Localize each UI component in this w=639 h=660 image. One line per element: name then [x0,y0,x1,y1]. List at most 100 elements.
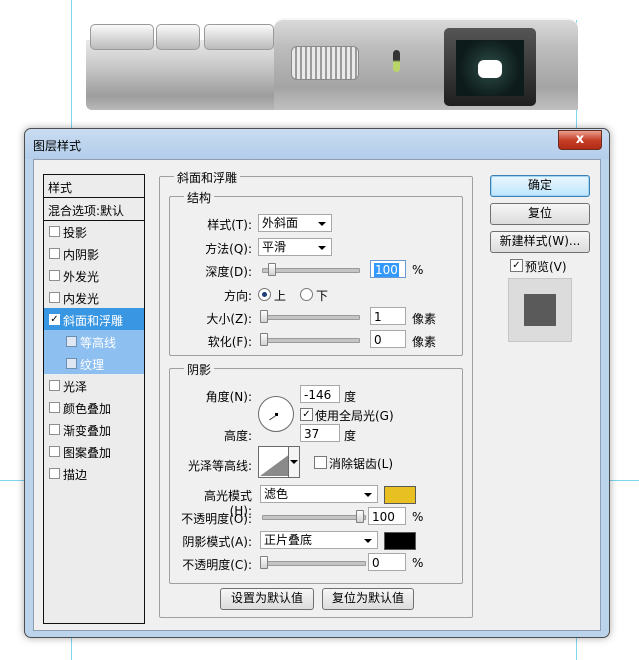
direction-label: 方向: [223,289,252,303]
style-item-stroke[interactable]: 描边 [44,462,144,484]
reset-default-button[interactable]: 复位为默认值 [322,588,414,610]
style-item-bevel-emboss[interactable]: ✓ 斜面和浮雕 [44,308,144,330]
style-checkbox-checked[interactable]: ✓ [49,314,60,325]
viewfinder-lens [456,40,524,96]
style-label: 样式(T): [207,218,252,232]
size-input[interactable]: 1 [370,307,406,325]
size-slider-handle[interactable] [260,310,268,323]
style-item-drop-shadow[interactable]: 投影 [44,220,144,242]
angle-label: 角度(N): [205,390,252,404]
shadow-mode-label: 阴影模式(A): [182,535,252,549]
ok-button[interactable]: 确定 [490,175,590,197]
soften-unit: 像素 [412,335,437,349]
style-checkbox[interactable] [49,446,60,457]
style-item-gradient-overlay[interactable]: 渐变叠加 [44,418,144,440]
style-item-outer-glow[interactable]: 外发光 [44,264,144,286]
shadow-opacity-input[interactable]: 0 [368,553,406,571]
preview-checkbox[interactable]: ✓ [510,259,523,272]
gloss-contour-dropdown[interactable] [288,446,300,478]
shadow-opacity-slider-handle[interactable] [260,556,268,569]
style-item-contour[interactable]: 等高线 [44,330,144,352]
camera-led [393,50,400,72]
style-checkbox[interactable] [66,358,77,369]
global-light-label: 使用全局光(G) [315,409,394,423]
style-item-texture[interactable]: 纹理 [44,352,144,374]
reset-button[interactable]: 复位 [490,203,590,225]
camera-grille [291,46,359,80]
style-checkbox[interactable] [49,248,60,259]
depth-unit: % [412,263,424,277]
highlight-opacity-slider-handle[interactable] [356,510,364,523]
style-item-inner-shadow[interactable]: 内阴影 [44,242,144,264]
depth-slider-handle[interactable] [268,263,276,276]
soften-slider-handle[interactable] [260,333,268,346]
style-item-color-overlay[interactable]: 颜色叠加 [44,396,144,418]
style-checkbox[interactable] [49,424,60,435]
style-checkbox[interactable] [49,226,60,237]
chevron-down-icon [364,539,372,543]
depth-label: 深度(D): [205,265,252,279]
size-label: 大小(Z): [206,312,252,326]
soften-slider[interactable] [262,338,360,343]
style-checkbox[interactable] [49,292,60,303]
chevron-down-icon [364,493,372,497]
title-bar[interactable]: 图层样式 x [25,129,609,159]
highlight-opacity-unit: % [412,510,424,524]
size-unit: 像素 [412,312,437,326]
blend-options-item[interactable]: 混合选项:默认 [44,198,144,221]
shadow-opacity-label: 不透明度(C): [182,558,252,572]
shadow-mode-select[interactable]: 正片叠底 [260,531,378,549]
altitude-input[interactable]: 37 [300,424,340,442]
chevron-down-icon [318,222,326,226]
shadow-color-swatch[interactable] [384,532,416,550]
direction-down-radio[interactable] [300,288,313,301]
bevel-style-select[interactable]: 外斜面 [258,214,332,232]
viewfinder-glass [478,60,502,78]
style-list: 样式 混合选项:默认 投影 内阴影 外发光 内发光 ✓ 斜面和浮雕 等高线 纹理… [43,174,145,624]
style-checkbox[interactable] [49,380,60,391]
highlight-opacity-input[interactable]: 100 [368,507,406,525]
size-slider[interactable] [262,315,360,320]
style-list-header[interactable]: 样式 [44,175,144,198]
anti-alias-label: 消除锯齿(L) [329,457,394,471]
technique-label: 方法(Q): [205,242,252,256]
direction-down-label: 下 [316,289,329,303]
close-button[interactable]: x [558,130,602,150]
dialog-title: 图层样式 [33,139,82,153]
style-checkbox[interactable] [66,336,77,347]
global-light-checkbox[interactable]: ✓ [300,408,313,421]
style-item-inner-glow[interactable]: 内发光 [44,286,144,308]
camera-dial-mid [156,24,200,50]
camera-viewfinder [444,28,536,106]
depth-input[interactable]: 100 [370,260,406,278]
highlight-opacity-slider[interactable] [262,515,366,520]
style-preview [508,278,572,342]
style-checkbox[interactable] [49,468,60,479]
bevel-emboss-title: 斜面和浮雕 [174,169,241,186]
anti-alias-checkbox[interactable] [314,456,327,469]
camera-top [86,0,578,20]
shading-title: 阴影 [184,361,215,378]
make-default-button[interactable]: 设置为默认值 [220,588,314,610]
depth-slider[interactable] [262,268,360,273]
camera-dial-left [90,24,154,50]
structure-title: 结构 [184,189,215,206]
angle-dial[interactable] [258,396,294,432]
direction-up-label: 上 [274,289,287,303]
chevron-down-icon [290,460,298,464]
highlight-mode-select[interactable]: 滤色 [260,485,378,503]
style-checkbox[interactable] [49,270,60,281]
angle-input[interactable]: -146 [300,385,340,403]
soften-input[interactable]: 0 [370,330,406,348]
layer-style-dialog: 图层样式 x 样式 混合选项:默认 投影 内阴影 外发光 内发光 ✓ 斜面和浮雕… [24,128,610,638]
style-item-satin[interactable]: 光泽 [44,374,144,396]
shadow-opacity-slider[interactable] [262,561,366,566]
altitude-unit: 度 [344,429,357,443]
direction-up-radio[interactable] [258,288,271,301]
style-checkbox[interactable] [49,402,60,413]
new-style-button[interactable]: 新建样式(W)... [490,231,590,253]
technique-select[interactable]: 平滑 [258,238,332,256]
style-item-pattern-overlay[interactable]: 图案叠加 [44,440,144,462]
chevron-down-icon [318,246,326,250]
highlight-color-swatch[interactable] [384,486,416,504]
